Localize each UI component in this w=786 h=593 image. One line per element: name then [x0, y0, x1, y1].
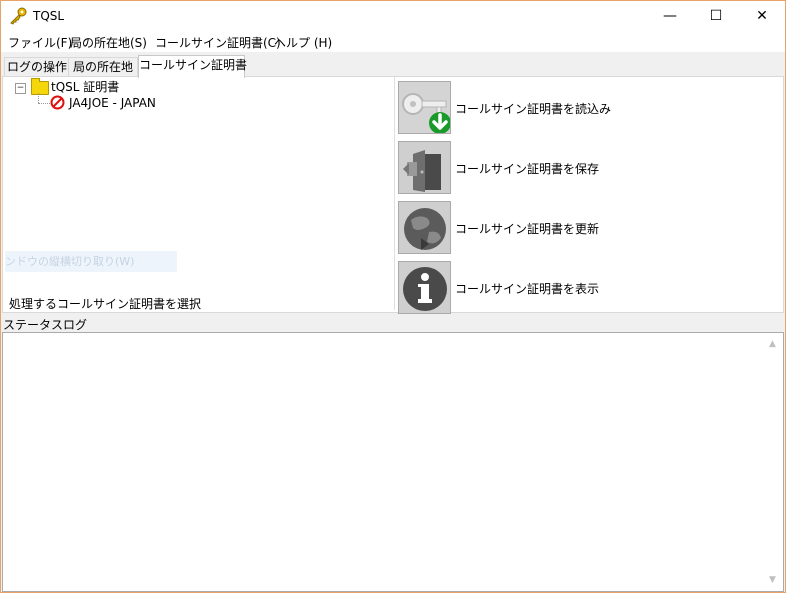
tab-callsign-certificates[interactable]: コールサイン証明書	[138, 55, 247, 78]
menu-help[interactable]: ヘルプ (H)	[274, 34, 332, 51]
vertical-scrollbar[interactable]: ▲ ▼	[766, 333, 783, 591]
panel-divider	[394, 77, 395, 310]
status-log[interactable]: ▲ ▼	[2, 332, 784, 592]
close-button[interactable]: ✕	[739, 1, 785, 31]
tree-certificate-item[interactable]: JA4JOE - JAPAN	[69, 95, 156, 111]
key-icon	[10, 7, 27, 25]
minimize-icon: —	[663, 8, 677, 24]
info-icon	[398, 261, 451, 314]
ghost-menu-text: ンドウの縦横切り取り(W)	[5, 251, 177, 272]
menu-station-location[interactable]: 局の所在地(S)	[70, 34, 147, 51]
globe-renew-icon	[398, 201, 451, 254]
certificate-tree[interactable]: − tQSL 証明書 JA4JOE - JAPAN ンドウの縦横切り取り(W) …	[3, 77, 393, 311]
scroll-up-icon[interactable]: ▲	[769, 339, 776, 349]
tab-strip: ログの操作 局の所在地 コールサイン証明書	[1, 52, 785, 78]
certificate-panel: − tQSL 証明書 JA4JOE - JAPAN ンドウの縦横切り取り(W) …	[2, 76, 784, 314]
tree-connector-branch	[38, 103, 50, 104]
renew-certificate-label: コールサイン証明書を更新	[455, 222, 600, 236]
blocked-icon	[50, 95, 65, 110]
scroll-down-icon[interactable]: ▼	[769, 575, 776, 585]
menu-file[interactable]: ファイル(F)	[8, 34, 72, 51]
folder-icon	[31, 78, 49, 95]
status-log-label: ステータスログ	[3, 318, 88, 332]
save-certificate-label: コールサイン証明書を保存	[455, 162, 600, 176]
key-download-icon	[398, 81, 451, 134]
save-door-icon	[398, 141, 451, 194]
select-certificate-hint: 処理するコールサイン証明書を選択	[9, 297, 202, 311]
app-window: TQSL — ☐ ✕ ファイル(F) 局の所在地(S) コールサイン証明書(C)…	[0, 0, 786, 593]
tab-station-location[interactable]: 局の所在地	[68, 57, 138, 77]
window-title: TQSL	[33, 9, 65, 23]
collapse-icon[interactable]: −	[15, 83, 26, 94]
tree-root-label[interactable]: tQSL 証明書	[51, 79, 119, 95]
close-icon: ✕	[756, 8, 768, 24]
load-certificate-label: コールサイン証明書を読込み	[455, 102, 612, 116]
tree-connector	[38, 93, 39, 103]
display-certificate-label: コールサイン証明書を表示	[455, 282, 600, 296]
menu-bar: ファイル(F) 局の所在地(S) コールサイン証明書(C) ヘルプ (H)	[1, 31, 785, 52]
tab-log-operations[interactable]: ログの操作	[4, 57, 70, 77]
menu-callsign-certificate[interactable]: コールサイン証明書(C)	[155, 34, 281, 51]
title-bar[interactable]: TQSL — ☐ ✕	[1, 1, 785, 31]
maximize-button[interactable]: ☐	[693, 1, 739, 31]
maximize-icon: ☐	[709, 8, 723, 24]
minimize-button[interactable]: —	[647, 1, 693, 31]
